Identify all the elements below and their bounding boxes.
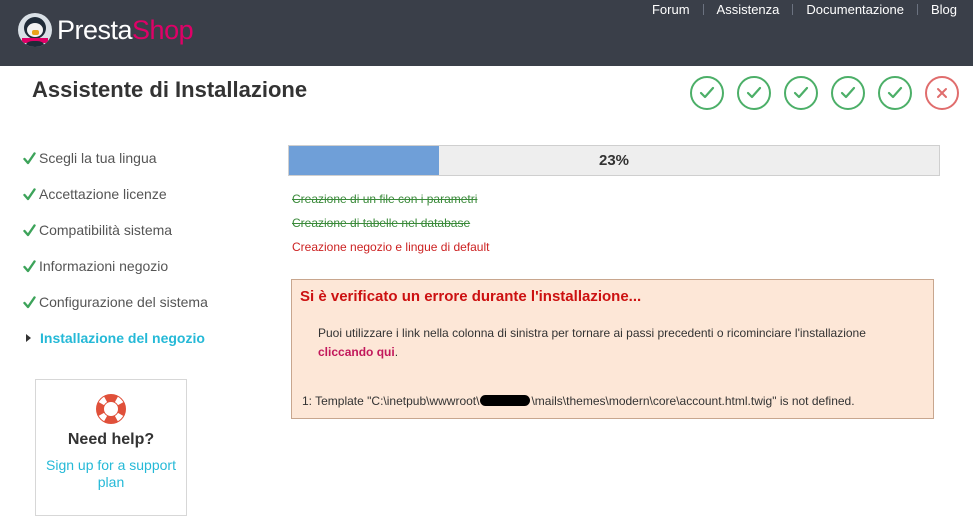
sidebar-item-label: Accettazione licenze [39,186,167,202]
sidebar-item-compatibilita[interactable]: Compatibilità sistema [23,212,263,248]
sidebar-item-negozio[interactable]: Informazioni negozio [23,248,263,284]
check-icon [23,295,39,309]
nav-link-blog[interactable]: Blog [931,2,957,17]
sidebar-item-installazione[interactable]: Installazione del negozio [23,320,263,356]
sidebar-item-label: Compatibilità sistema [39,222,173,238]
error-message: Puoi utilizzare i link nella colonna di … [318,324,918,362]
logo-text-shop: Shop [132,15,194,45]
sidebar-item-label: Configurazione del sistema [39,294,208,310]
progress-label: 23% [598,152,630,169]
step-1-check-icon [690,76,724,110]
task-item-current: Creazione negozio e lingue di default [292,240,490,254]
error-box: Si è verificato un errore durante l'inst… [291,279,934,419]
error-title: Si è verificato un errore durante l'inst… [300,288,642,305]
prestashop-logo[interactable]: PrestaShop [18,12,194,48]
nav-divider [702,3,704,15]
logo-text: PrestaShop [57,12,194,48]
nav-link-forum[interactable]: Forum [652,2,690,17]
page-title: Assistente di Installazione [32,77,308,102]
step-4-check-icon [831,76,865,110]
sidebar-item-licenze[interactable]: Accettazione licenze [23,176,263,212]
error-message-period: . [394,345,399,359]
check-icon [23,187,39,201]
restart-link[interactable]: cliccando qui [318,345,395,359]
puffin-logo-icon [18,13,52,47]
caret-right-icon [23,334,40,342]
task-list: Creazione di un file con i parametri Cre… [292,190,489,262]
error-detail-prefix: 1: Template "C:\inetpub\wwwroot\ [302,394,480,408]
task-item-done: Creazione di un file con i parametri [292,192,478,206]
step-indicator [690,76,959,110]
error-detail-suffix: \mails\themes\modern\core\account.html.t… [531,394,855,408]
install-progress-bar: 23% [288,145,940,176]
sidebar-item-label: Scegli la tua lingua [39,150,157,166]
sidebar-item-label: Informazioni negozio [39,258,169,274]
nav-divider [916,3,918,15]
sidebar-item-configurazione[interactable]: Configurazione del sistema [23,284,263,320]
check-icon [23,259,39,273]
sidebar-item-label: Installazione del negozio [40,330,205,346]
step-3-check-icon [784,76,818,110]
top-header: PrestaShop Forum Assistenza Documentazio… [0,0,973,66]
nav-link-assistenza[interactable]: Assistenza [717,2,780,17]
lifebuoy-icon [96,394,126,424]
step-6-close-icon [925,76,959,110]
logo-text-presta: Presta [57,15,133,45]
redaction-mark [480,395,531,406]
sidebar-steps: Scegli la tua lingua Accettazione licenz… [23,140,263,356]
error-detail: 1: Template "C:\inetpub\wwwroot\ \mails\t… [302,394,855,408]
error-message-text: Puoi utilizzare i link nella colonna di … [318,326,866,340]
support-plan-link[interactable]: Sign up for a support plan [36,457,186,491]
nav-link-documentazione[interactable]: Documentazione [806,2,904,17]
task-item-done: Creazione di tabelle nel database [292,216,471,230]
check-icon [23,223,39,237]
top-nav: Forum Assistenza Documentazione Blog [652,0,957,18]
sidebar-item-lingua[interactable]: Scegli la tua lingua [23,140,263,176]
check-icon [23,151,39,165]
step-5-check-icon [878,76,912,110]
step-2-check-icon [737,76,771,110]
help-box: Need help? Sign up for a support plan [35,379,187,516]
help-title: Need help? [67,431,155,448]
nav-divider [792,3,794,15]
